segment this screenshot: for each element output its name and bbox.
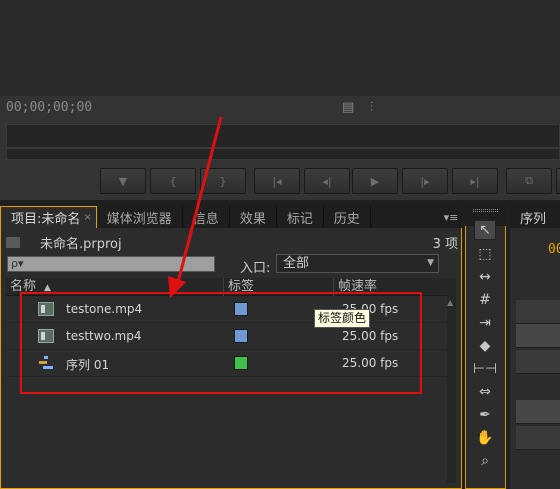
tools-focus-border bbox=[465, 226, 506, 489]
annotation-highlight-box bbox=[20, 292, 422, 394]
step-forward-button[interactable]: |▸ bbox=[402, 168, 448, 194]
timeline-track[interactable] bbox=[516, 350, 560, 374]
tab-info[interactable]: 信息 bbox=[183, 206, 230, 228]
timeline-track[interactable] bbox=[516, 300, 560, 324]
source-monitor: 00;00;00;00 ▤ ⫶ ▼ { } |◂ ◂| ▶ |▸ ▸| ⧉ bbox=[0, 0, 560, 200]
time-ruler[interactable] bbox=[6, 124, 560, 148]
timeline-track[interactable] bbox=[516, 426, 560, 450]
project-tabbar: 项目:未命名 × 媒体浏览器 信息 效果 标记 历史 ▾≡ bbox=[0, 204, 462, 228]
overwrite-button[interactable] bbox=[556, 168, 560, 194]
mark-in-button[interactable]: { bbox=[150, 168, 196, 194]
mark-out-button[interactable]: } bbox=[200, 168, 246, 194]
insert-button[interactable]: ⧉ bbox=[506, 168, 552, 194]
item-count: 3 项 bbox=[432, 236, 458, 252]
razor-tool-icon[interactable]: ◆ bbox=[474, 336, 496, 356]
slip-tool-icon[interactable]: ⊢⊣ bbox=[473, 359, 497, 379]
pen-tool-icon[interactable]: ✒ bbox=[474, 405, 496, 425]
film-strip-icon[interactable]: ▤ bbox=[342, 100, 354, 115]
timeline-track[interactable] bbox=[516, 400, 560, 424]
ripple-edit-tool-icon[interactable]: ↔ bbox=[474, 267, 496, 287]
inpoint-label: 入口: bbox=[240, 261, 271, 276]
tab-sequence[interactable]: 序列 bbox=[520, 208, 546, 227]
slide-tool-icon[interactable]: ⇔ bbox=[474, 382, 496, 402]
timeline-track[interactable] bbox=[516, 324, 560, 348]
play-button[interactable]: ▶ bbox=[352, 168, 398, 194]
go-to-in-button[interactable]: |◂ bbox=[254, 168, 300, 194]
scroll-up-icon[interactable]: ▲ bbox=[447, 298, 453, 307]
rate-stretch-tool-icon[interactable]: ⇥ bbox=[474, 313, 496, 333]
tab-markers[interactable]: 标记 bbox=[277, 206, 324, 228]
grip-icon[interactable] bbox=[473, 209, 498, 212]
audio-waveform-icon[interactable]: ⫶ bbox=[370, 100, 373, 115]
tab-effects[interactable]: 效果 bbox=[230, 206, 277, 228]
project-file-name: 未命名.prproj bbox=[40, 236, 122, 252]
project-info-row: 未命名.prproj 3 项 bbox=[6, 234, 458, 252]
vertical-scrollbar[interactable]: ▲ bbox=[447, 278, 456, 483]
monitor-viewport bbox=[0, 0, 560, 96]
source-timecode[interactable]: 00;00;00;00 bbox=[6, 100, 92, 115]
selection-tool-icon[interactable]: ↖ bbox=[474, 220, 496, 240]
panel-menu-icon[interactable]: ▾≡ bbox=[440, 206, 462, 228]
rolling-edit-tool-icon[interactable]: # bbox=[474, 290, 496, 310]
close-icon[interactable]: × bbox=[83, 212, 91, 223]
search-input[interactable]: ρ▾ bbox=[7, 256, 215, 272]
tab-project-label: 项目:未命名 bbox=[11, 212, 81, 227]
tooltip: 标签颜色 bbox=[314, 309, 371, 328]
chevron-down-icon: ▼ bbox=[427, 258, 434, 268]
tab-project[interactable]: 项目:未命名 × bbox=[0, 206, 97, 228]
add-marker-button[interactable]: ▼ bbox=[100, 168, 146, 194]
tab-history[interactable]: 历史 bbox=[324, 206, 371, 228]
zoom-tool-icon[interactable]: ⌕ bbox=[474, 451, 496, 471]
tools-panel: ↖ ⬚ ↔ # ⇥ ◆ ⊢⊣ ⇔ ✒ ✋ ⌕ bbox=[465, 204, 506, 489]
sequence-tabbar: 序列 bbox=[510, 204, 560, 228]
zoom-scroll-bar[interactable] bbox=[6, 148, 560, 160]
hand-tool-icon[interactable]: ✋ bbox=[474, 428, 496, 448]
go-to-out-button[interactable]: ▸| bbox=[452, 168, 498, 194]
tab-media-browser[interactable]: 媒体浏览器 bbox=[97, 206, 183, 228]
sequence-timecode[interactable]: 00 bbox=[548, 242, 560, 257]
folder-icon bbox=[6, 236, 20, 248]
track-select-tool-icon[interactable]: ⬚ bbox=[474, 244, 496, 264]
step-back-button[interactable]: ◂| bbox=[304, 168, 350, 194]
sequence-panel: 序列 00 bbox=[510, 204, 560, 489]
inpoint-select[interactable]: 全部 ▼ bbox=[276, 254, 439, 273]
inpoint-selected-value: 全部 bbox=[283, 256, 310, 271]
sort-asc-icon: ▲ bbox=[44, 282, 51, 293]
project-panel: 项目:未命名 × 媒体浏览器 信息 效果 标记 历史 ▾≡ 未命名.prproj… bbox=[0, 204, 462, 489]
